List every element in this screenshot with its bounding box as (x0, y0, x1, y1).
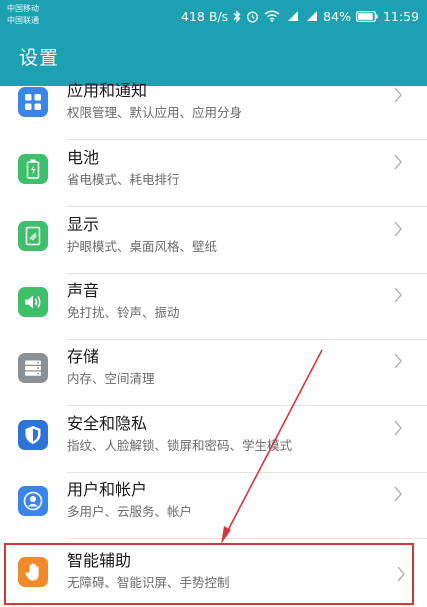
chevron-right-icon (394, 221, 402, 237)
wifi-icon (264, 10, 280, 22)
settings-item-storage[interactable]: 存储 内存、空间清理 (0, 340, 427, 406)
clock-time: 11:59 (382, 8, 419, 24)
divider (67, 139, 427, 140)
status-bar: 中国移动 中国联通 418 B/s 84% 11:59 (0, 0, 427, 34)
chevron-right-icon (394, 87, 402, 103)
page-title: 设置 (19, 47, 60, 69)
settings-item-label: 电池 (67, 148, 100, 167)
status-indicators: 418 B/s 84% 11:59 (181, 6, 419, 26)
chevron-right-icon (394, 420, 402, 436)
settings-item-label: 存储 (67, 347, 100, 366)
settings-item-sound[interactable]: 声音 免打扰、铃声、振动 (0, 274, 427, 340)
settings-item-label: 用户和帐户 (67, 480, 148, 499)
settings-item-smart-assist[interactable]: 智能辅助 无障碍、智能识屏、手势控制 (4, 543, 414, 605)
chevron-right-icon (394, 353, 402, 369)
network-speed: 418 B/s (181, 8, 229, 24)
settings-item-apps[interactable]: 应用和通知 权限管理、默认应用、应用分身 (0, 74, 427, 140)
chevron-right-icon (394, 154, 402, 170)
bluetooth-icon (233, 9, 241, 23)
settings-item-security[interactable]: 安全和隐私 指纹、人脸解锁、锁屏和密码、学生模式 (0, 407, 427, 473)
settings-item-label: 显示 (67, 215, 100, 234)
hand-icon (18, 557, 48, 587)
alarm-icon (246, 10, 259, 23)
chevron-right-icon (394, 486, 402, 502)
carrier-names: 中国移动 中国联通 (7, 3, 39, 27)
shield-icon (18, 420, 48, 450)
settings-item-label: 安全和隐私 (67, 414, 148, 433)
divider (67, 405, 427, 406)
settings-item-label: 应用和通知 (67, 81, 148, 100)
divider (67, 206, 427, 207)
apps-grid-icon (18, 87, 48, 117)
signal-1-icon (285, 10, 299, 22)
chevron-right-icon (394, 287, 402, 303)
battery-percentage: 84% (323, 8, 351, 24)
display-icon (18, 221, 48, 251)
settings-item-description: 无障碍、智能识屏、手势控制 (67, 575, 230, 590)
user-icon (18, 486, 48, 516)
settings-item-description: 权限管理、默认应用、应用分身 (67, 105, 243, 120)
settings-item-description: 内存、空间清理 (67, 371, 155, 386)
settings-item-label: 智能辅助 (67, 551, 132, 570)
chevron-right-icon (397, 566, 405, 582)
settings-item-battery[interactable]: 电池 省电模式、耗电排行 (0, 141, 427, 207)
settings-item-description: 指纹、人脸解锁、锁屏和密码、学生模式 (67, 438, 293, 453)
battery-status-icon (356, 10, 378, 22)
settings-item-display[interactable]: 显示 护眼模式、桌面风格、壁纸 (0, 208, 427, 274)
carrier-2: 中国联通 (7, 16, 39, 25)
settings-item-label: 声音 (67, 281, 100, 300)
battery-icon (18, 154, 48, 184)
settings-item-description: 多用户、云服务、帐户 (67, 504, 193, 519)
settings-item-description: 省电模式、耗电排行 (67, 172, 180, 187)
divider (67, 538, 427, 539)
speaker-icon (18, 287, 48, 317)
storage-icon (18, 353, 48, 383)
settings-item-description: 免打扰、铃声、振动 (67, 305, 180, 320)
settings-item-users[interactable]: 用户和帐户 多用户、云服务、帐户 (0, 473, 427, 539)
signal-2-icon (304, 10, 318, 22)
settings-item-description: 护眼模式、桌面风格、壁纸 (67, 239, 218, 254)
carrier-1: 中国移动 (7, 4, 39, 13)
